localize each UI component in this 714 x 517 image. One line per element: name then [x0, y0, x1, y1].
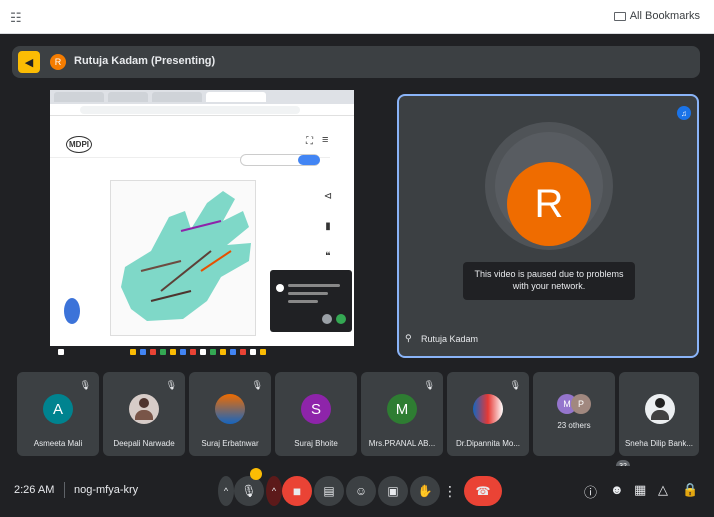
video-options-chevron-icon[interactable]: ^ — [266, 476, 282, 506]
participant-tile[interactable]: Sneha Dilip Bank... — [619, 372, 699, 456]
microphone-button[interactable]: 🎙 — [234, 476, 264, 506]
word-cloud-image — [121, 191, 251, 321]
menu-icon: ≡ — [322, 134, 329, 146]
leave-call-button[interactable]: ☎ — [464, 476, 502, 506]
presenter-avatar: R — [50, 54, 66, 70]
shared-tab — [152, 92, 202, 102]
shared-taskbar — [50, 346, 354, 358]
shared-browser-tabs — [50, 90, 354, 104]
mdpi-logo: MDPI — [66, 136, 92, 153]
participant-avatar: S — [301, 394, 331, 424]
raise-hand-button[interactable]: ✋ — [410, 476, 440, 506]
shared-url-field — [80, 106, 300, 114]
participant-tile[interactable]: A 🎙 Asmeeta Mali — [17, 372, 99, 456]
mic-off-icon: 🎙 — [423, 380, 435, 390]
participant-photo — [215, 394, 245, 424]
meet-logo-icon: ◀ — [18, 51, 40, 73]
presenter-bar: ◀ R Rutuja Kadam (Presenting) — [12, 46, 700, 78]
mic-level-badge — [250, 468, 262, 480]
others-avatar: P — [571, 394, 591, 414]
all-bookmarks-button[interactable]: All Bookmarks — [613, 10, 700, 22]
mic-off-icon: 🎙 — [251, 380, 263, 390]
audio-options-chevron-icon[interactable]: ^ — [218, 476, 234, 506]
captions-button[interactable]: ▤ — [314, 476, 344, 506]
people-icon[interactable]: ☻ — [610, 482, 624, 497]
shared-screen-tile[interactable]: MDPI ⛶ ≡ ⊲ ▮ ❝ — [50, 90, 354, 358]
participant-name: Suraj Bhoite — [294, 439, 338, 448]
emoji-button[interactable]: ☺ — [346, 476, 376, 506]
bookmark-icon: ▮ — [325, 221, 331, 232]
more-options-icon[interactable]: ⋮ — [442, 476, 458, 506]
participant-name: Dr.Dipannita Mo... — [455, 439, 521, 448]
mic-off-icon: 🎙 — [509, 380, 521, 390]
participant-photo — [645, 394, 675, 424]
meeting-info-icon[interactable]: ⓘ — [584, 482, 597, 501]
activities-icon[interactable]: △ — [658, 482, 668, 498]
video-paused-message: This video is paused due to problems wit… — [463, 262, 635, 300]
all-bookmarks-label: All Bookmarks — [629, 10, 700, 22]
participant-tile[interactable]: S Suraj Bhoite — [275, 372, 357, 456]
word-cloud-figure — [110, 180, 256, 336]
folder-icon — [613, 11, 626, 21]
others-tile[interactable]: M P 23 others — [533, 372, 615, 456]
participant-name: Sneha Dilip Bank... — [624, 439, 694, 448]
clock: 2:26 AM — [14, 484, 55, 496]
participant-name: Suraj Erbatnwar — [201, 439, 259, 448]
shared-tab — [108, 92, 148, 102]
camera-off-button[interactable]: ◾ — [282, 476, 312, 506]
shared-url-bar — [50, 104, 354, 116]
others-count: 23 others — [557, 421, 591, 430]
host-controls-icon[interactable]: 🔒 — [682, 482, 698, 498]
shared-tab — [54, 92, 104, 102]
participant-name: Asmeeta Mali — [33, 439, 83, 448]
participant-photo — [473, 394, 503, 424]
presenter-label: Rutuja Kadam (Presenting) — [74, 55, 216, 67]
presenter-avatar-large: R — [507, 162, 591, 246]
mic-off-icon: 🎙 — [165, 380, 177, 390]
participant-avatar: M — [387, 394, 417, 424]
participant-tile[interactable]: 🎙 Dr.Dipannita Mo... — [447, 372, 529, 456]
participant-avatar: A — [43, 394, 73, 424]
participant-tile[interactable]: 🎙 Deepali Narwade — [103, 372, 185, 456]
mic-off-icon: 🎙 — [79, 380, 91, 390]
chat-icon[interactable]: ▦ — [634, 482, 646, 498]
speaking-indicator-icon: ♫ — [677, 106, 691, 120]
participant-name: Mrs.PRANAL AB... — [368, 439, 436, 448]
apps-grid-icon[interactable]: ☷ — [10, 10, 22, 26]
participant-tile[interactable]: M 🎙 Mrs.PRANAL AB... — [361, 372, 443, 456]
quote-icon: ❝ — [325, 251, 331, 262]
browser-bookmarks-bar: ☷ All Bookmarks — [0, 0, 714, 34]
shared-notification-popup — [270, 270, 352, 332]
divider — [64, 482, 65, 498]
present-button[interactable]: ▣ — [378, 476, 408, 506]
participant-name: Deepali Narwade — [113, 439, 175, 448]
presenter-video-tile[interactable]: R This video is paused due to problems w… — [397, 94, 699, 358]
share-icon: ⊲ — [323, 191, 333, 202]
participant-photo — [129, 394, 159, 424]
shared-floating-button — [64, 298, 80, 324]
pin-icon[interactable]: ⚲ — [405, 333, 412, 344]
meeting-controls-bar: 2:26 AM nog-mfya-kry ^ 🎙 ^ ◾ ▤ ☺ ▣ ✋ ⋮ ☎… — [0, 466, 714, 517]
expand-icon: ⛶ — [306, 136, 313, 147]
shared-side-tools: ⊲ ▮ ❝ — [318, 182, 338, 272]
presenter-tile-name: Rutuja Kadam — [421, 334, 479, 344]
meeting-code: nog-mfya-kry — [74, 484, 139, 496]
shared-tab-active — [206, 92, 266, 102]
shared-search-button — [298, 155, 320, 165]
participant-tile[interactable]: 🎙 Suraj Erbatnwar — [189, 372, 271, 456]
